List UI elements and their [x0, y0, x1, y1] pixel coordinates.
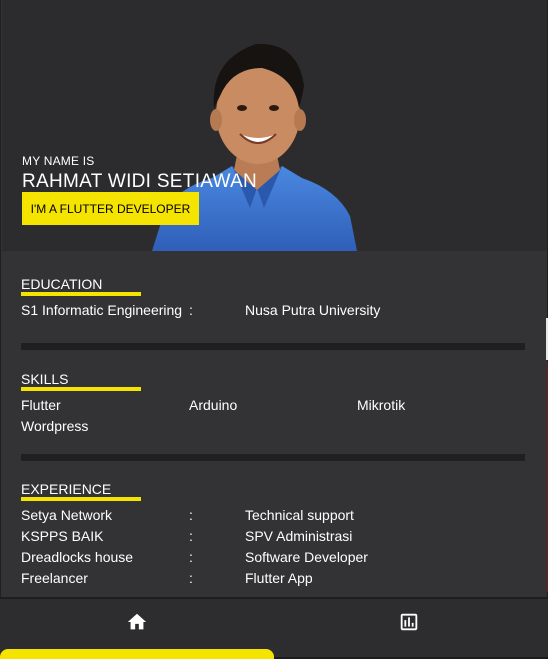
skills-title: SKILLS [21, 371, 69, 387]
bottom-navigation [0, 597, 548, 657]
skill-item: Flutter [21, 397, 61, 413]
skill-item: Wordpress [21, 418, 89, 434]
experience-role: Technical support [245, 507, 354, 523]
experience-role: SPV Administrasi [245, 528, 353, 544]
experience-company: Setya Network [21, 507, 113, 523]
experience-role: Software Developer [245, 549, 368, 565]
home-icon[interactable] [126, 611, 148, 633]
education-degree: S1 Informatic Engineering [21, 302, 183, 318]
active-tab-indicator [0, 649, 274, 659]
experience-underline [21, 497, 141, 501]
skills-underline [21, 387, 141, 391]
education-institution: Nusa Putra University [245, 302, 381, 318]
chart-icon[interactable] [398, 611, 420, 633]
section-divider [21, 454, 525, 461]
section-divider [21, 343, 525, 350]
experience-company: Dreadlocks house [21, 549, 134, 565]
education-title: EDUCATION [21, 276, 103, 292]
education-underline [21, 292, 141, 296]
profile-header: MY NAME IS RAHMAT WIDI SETIAWAN I'M A FL… [2, 0, 547, 251]
experience-separator: : [189, 528, 193, 544]
education-separator: : [189, 302, 193, 318]
skill-item: Arduino [189, 397, 238, 413]
experience-company: Freelancer [21, 570, 88, 586]
experience-role: Flutter App [245, 570, 313, 586]
experience-title: EXPERIENCE [21, 481, 112, 497]
experience-separator: : [189, 549, 193, 565]
experience-separator: : [189, 570, 193, 586]
app-frame: MY NAME IS RAHMAT WIDI SETIAWAN I'M A FL… [0, 0, 548, 655]
profile-name: RAHMAT WIDI SETIAWAN [22, 171, 258, 192]
experience-company: KSPPS BAIK [21, 528, 104, 544]
role-badge: I'M A FLUTTER DEVELOPER [22, 192, 199, 225]
intro-label: MY NAME IS [22, 154, 95, 168]
experience-separator: : [189, 507, 193, 523]
skill-item: Mikrotik [357, 397, 406, 413]
